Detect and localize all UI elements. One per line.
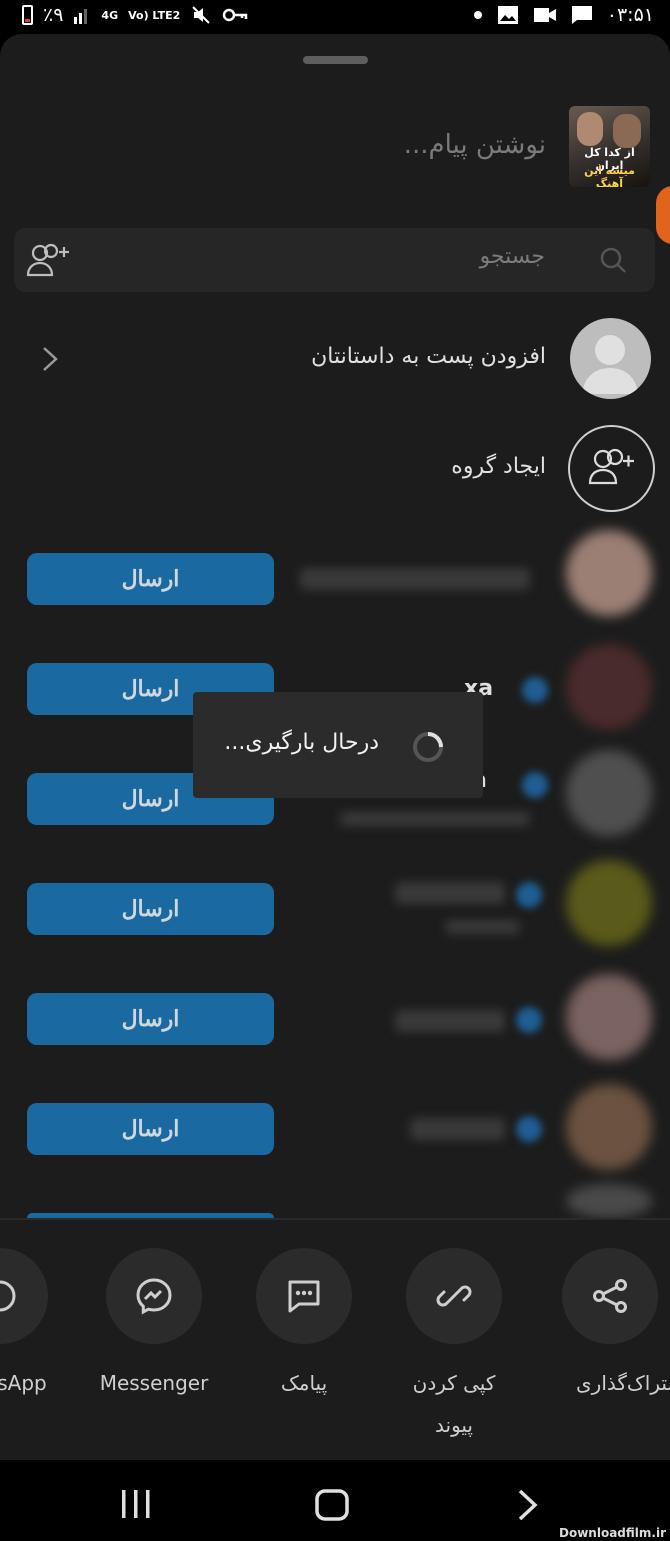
share-label-sms: پیامک <box>280 1371 328 1395</box>
share-label-whatsapp: sApp <box>0 1371 47 1395</box>
network-type: 4G <box>101 8 119 22</box>
loading-toast: درحال بارگیری... <box>193 692 483 798</box>
image-icon <box>497 6 518 24</box>
video-icon <box>533 8 556 22</box>
home-icon[interactable] <box>314 1488 350 1522</box>
send-button[interactable]: ارسال <box>27 1103 274 1155</box>
watermark: Downloadfilm.ir <box>559 1526 666 1540</box>
sms-button[interactable] <box>256 1248 352 1344</box>
post-thumbnail: از کدا کل ایران میشه این آهنگ <box>569 106 650 187</box>
status-bar: ٪۹ 4G Vo) LTE2 ۰۳:۵۱ <box>0 0 670 34</box>
lte-indicator: Vo) LTE2 <box>128 8 181 22</box>
whatsapp-icon <box>0 1280 16 1312</box>
spinner-icon <box>413 732 443 762</box>
thumbnail-caption-2: میشه این آهنگ <box>584 164 635 187</box>
group-add-icon <box>588 448 634 485</box>
sms-icon <box>288 1280 320 1313</box>
search-input[interactable]: جستجو <box>480 244 545 269</box>
send-button[interactable]: ارسال <box>27 553 274 605</box>
battery-icon <box>22 5 33 25</box>
chevron-right-icon[interactable] <box>38 342 62 376</box>
contact-name-blurred <box>395 1010 505 1032</box>
clock: ۰۳:۵۱ <box>606 4 654 26</box>
share-label-messenger: Messenger <box>99 1371 209 1395</box>
contact-avatar <box>566 974 652 1060</box>
back-icon[interactable] <box>516 1488 540 1522</box>
thumbnail-person-right <box>613 114 641 148</box>
verified-badge-icon <box>516 1007 542 1033</box>
share-label-share: اشتراک‌گذاری <box>576 1371 670 1395</box>
floating-orange-indicator <box>656 186 670 244</box>
verified-badge-icon <box>522 677 548 703</box>
messenger-icon <box>136 1278 172 1315</box>
send-button[interactable]: ارسال <box>27 993 274 1045</box>
messenger-button[interactable] <box>106 1248 202 1344</box>
verified-badge-icon <box>516 882 542 908</box>
add-people-icon[interactable] <box>26 242 70 278</box>
thumbnail-person-left <box>577 112 603 146</box>
send-button[interactable]: ارسال <box>27 883 274 935</box>
recent-apps-icon[interactable] <box>119 1488 153 1520</box>
mute-icon <box>192 6 211 24</box>
contact-avatar <box>566 750 652 836</box>
contact-name-blurred <box>300 568 530 590</box>
create-group-label[interactable]: ایجاد گروه <box>451 454 546 479</box>
contact-name-blurred <box>410 1118 505 1140</box>
contact-avatar <box>566 1084 652 1170</box>
verified-badge-icon <box>522 772 548 798</box>
contact-name-blurred <box>395 882 505 904</box>
loading-text: درحال بارگیری... <box>224 730 379 755</box>
share-icon <box>593 1279 627 1313</box>
contact-avatar <box>566 530 652 616</box>
share-sheet: از کدا کل ایران میشه این آهنگ نوشتن پیام… <box>0 34 670 1460</box>
battery-percent: ٪۹ <box>43 4 64 26</box>
chat-icon <box>571 6 592 24</box>
copy-link-button[interactable] <box>406 1248 502 1344</box>
link-icon <box>436 1285 472 1307</box>
whatsapp-button[interactable] <box>0 1248 48 1344</box>
signal-icon <box>74 9 88 24</box>
search-bar[interactable]: جستجو <box>14 228 655 292</box>
create-group-avatar[interactable] <box>568 425 655 512</box>
search-icon <box>600 247 626 273</box>
contact-subtitle-blurred <box>340 812 530 826</box>
share-label-copy-link: کپی کردن پیوند <box>412 1371 496 1437</box>
dot-icon <box>473 11 482 19</box>
verified-badge-icon <box>516 1116 542 1142</box>
story-avatar[interactable] <box>570 318 651 399</box>
contact-avatar <box>566 1184 652 1218</box>
message-input[interactable]: نوشتن پیام... <box>404 130 546 160</box>
share-options-bar: sApp Messenger پیامک کپی کردن پیوند اشتر… <box>0 1220 670 1460</box>
contact-avatar <box>566 860 652 946</box>
share-button[interactable] <box>562 1248 658 1344</box>
drag-handle[interactable] <box>303 56 368 64</box>
vpn-key-icon <box>223 8 248 22</box>
contact-avatar <box>566 644 652 730</box>
default-avatar-icon <box>582 335 638 394</box>
contact-subtitle-blurred <box>445 920 520 934</box>
add-to-story-label[interactable]: افزودن پست به داستانتان <box>311 344 546 369</box>
